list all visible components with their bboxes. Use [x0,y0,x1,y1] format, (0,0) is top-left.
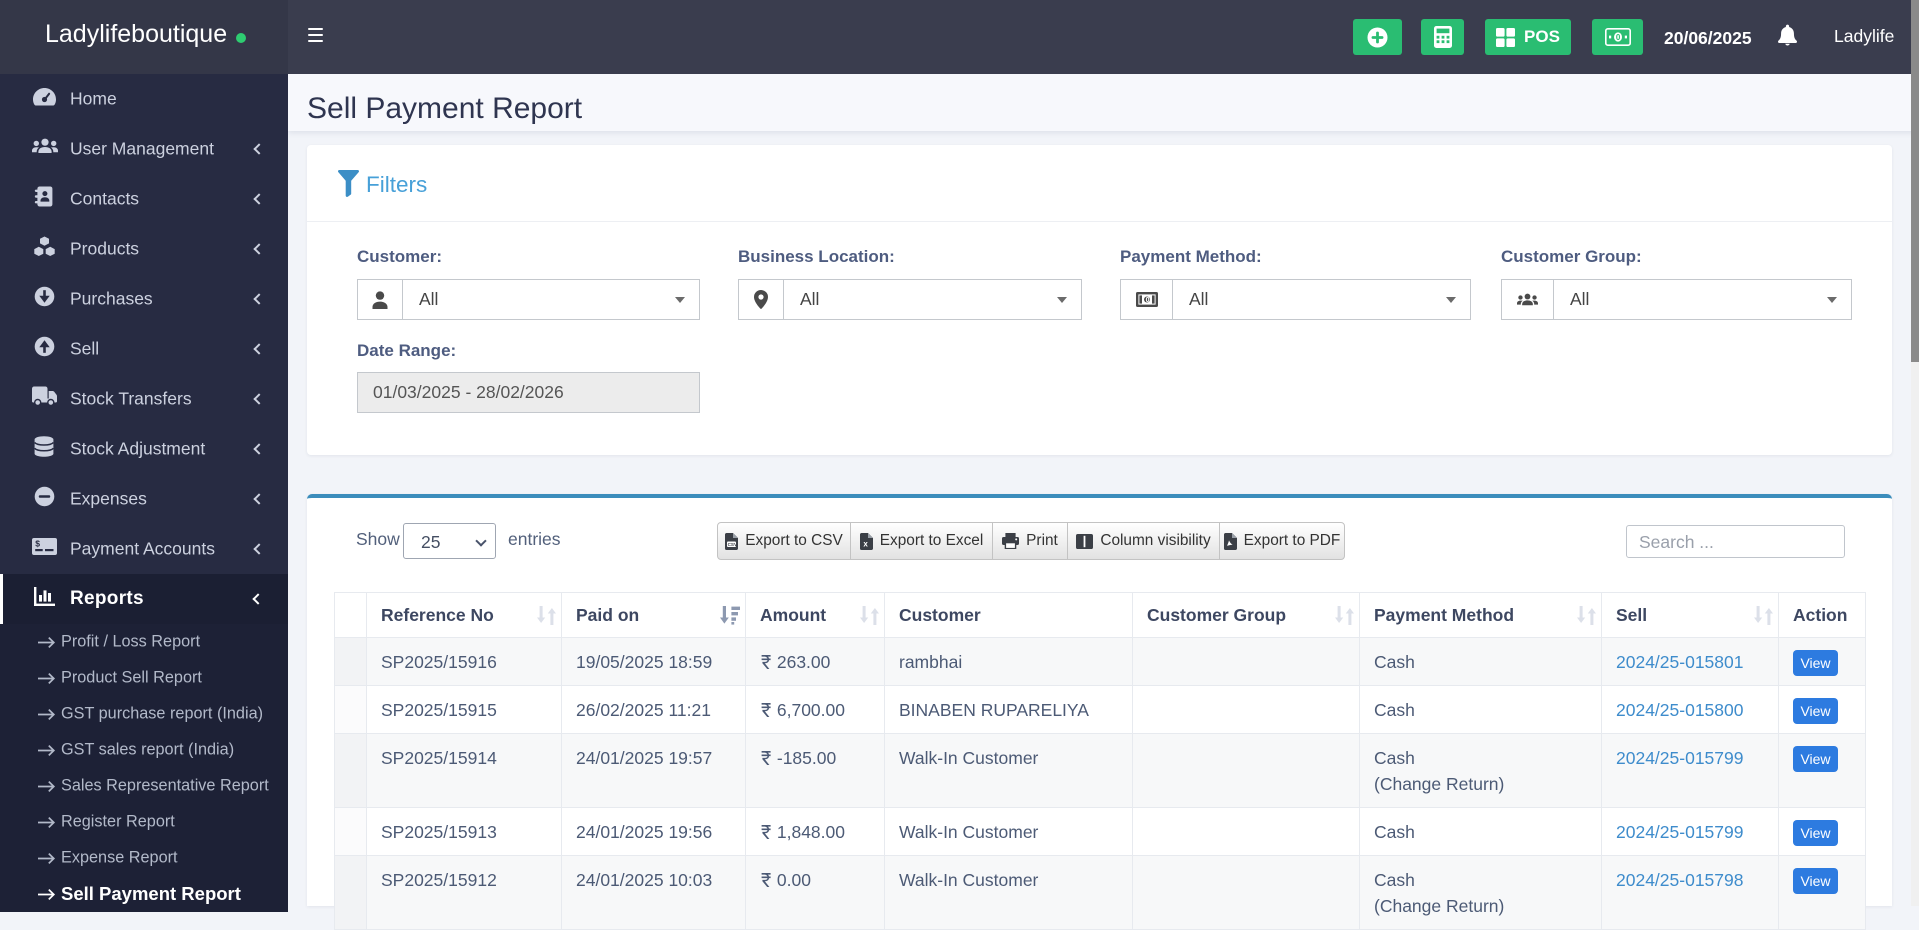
svg-text:$: $ [35,539,40,549]
svg-text:CSV: CSV [728,542,738,547]
svg-text:0: 0 [1615,33,1620,42]
svg-text:0: 0 [1145,297,1149,304]
svg-text:x: x [863,539,868,548]
